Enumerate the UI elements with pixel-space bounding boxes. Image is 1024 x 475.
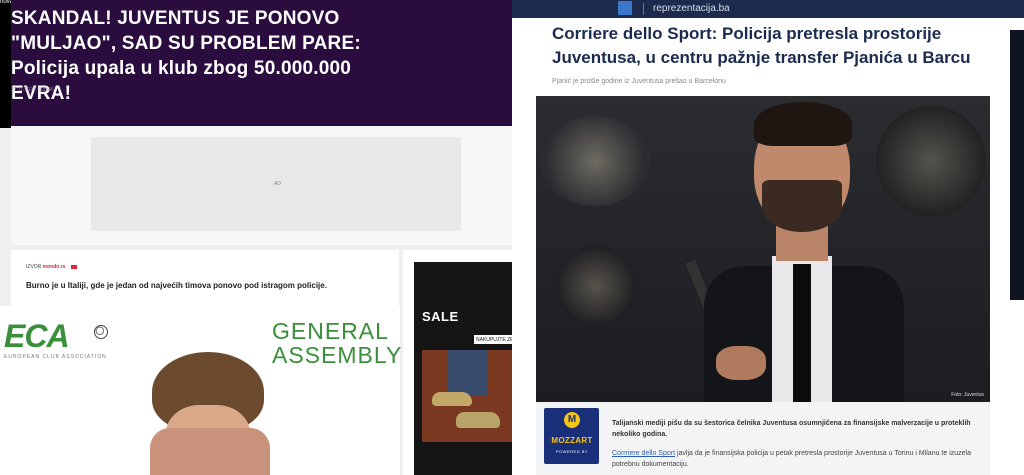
nav-divider [643,3,644,15]
person-beard [762,180,842,232]
flag-icon [70,264,77,269]
background-light [556,246,636,326]
article-paragraph: Corrriere dello Sport javlja da je finan… [612,448,982,470]
eca-subtitle: EUROPEAN CLUB ASSOCIATION [4,354,107,360]
promo-tag[interactable]: NAKUPUJTE ZE [474,335,512,344]
eca-logo: ECA [4,318,70,354]
site-logo[interactable]: nova [0,0,13,5]
background-light [876,106,986,216]
necktie [793,264,811,402]
sale-label: SALE [422,309,459,324]
article-headline: Corriere dello Sport: Policija pretresla… [552,24,971,67]
sneaker-left [432,392,472,406]
source-label: IZVOR [26,264,42,270]
person-hands [150,428,270,475]
article-lead: Burno je u Italiji, gde je jedan od najv… [26,281,327,290]
sponsor-name: MOZZART [551,436,593,445]
site-name[interactable]: reprezentacija.ba [653,3,730,14]
composite-screenshot: nova SKANDAL! JUVENTUS JE PONOVO "MULJAO… [0,0,1024,475]
person-hand [716,346,766,380]
site-icon[interactable] [618,1,632,15]
person-hair [754,102,852,146]
background-light [540,116,650,206]
photo-credit: Foto: Juventus [951,392,984,398]
page-edge [1010,30,1024,300]
source-link[interactable]: mondo.rs [43,264,66,270]
banner-line-2: ASSEMBLY [272,342,403,368]
article-subtitle: Pjanić je prošle godine iz Juventusa pre… [552,78,726,85]
article-date: 27.11.2021. | 08:46 [11,87,54,93]
article-photo: Foto: Juventus [536,96,990,402]
football-icon [94,325,108,339]
sponsor-powered: POWERED BY [555,449,589,454]
source-link[interactable]: Corrriere dello Sport [612,450,675,457]
source-line: IZVOR mondo.rs [26,264,77,270]
top-nav-bar: reprezentacija.ba [512,0,1024,18]
right-article-screenshot: reprezentacija.ba Corriere dello Sport: … [512,0,1024,475]
mozzart-logo-icon: M [564,412,580,428]
article-lead-paragraph: Talijanski mediji pišu da su šestorica č… [612,420,971,438]
article-headline: SKANDAL! JUVENTUS JE PONOVO "MULJAO", SA… [11,8,361,104]
ad-label: AD [274,181,281,187]
promo-legs [448,350,488,395]
article-lead-card [11,250,399,308]
banner-line-1: GENERAL [272,318,389,344]
left-article-screenshot: nova SKANDAL! JUVENTUS JE PONOVO "MULJAO… [0,0,512,475]
sneaker-right [456,412,500,428]
